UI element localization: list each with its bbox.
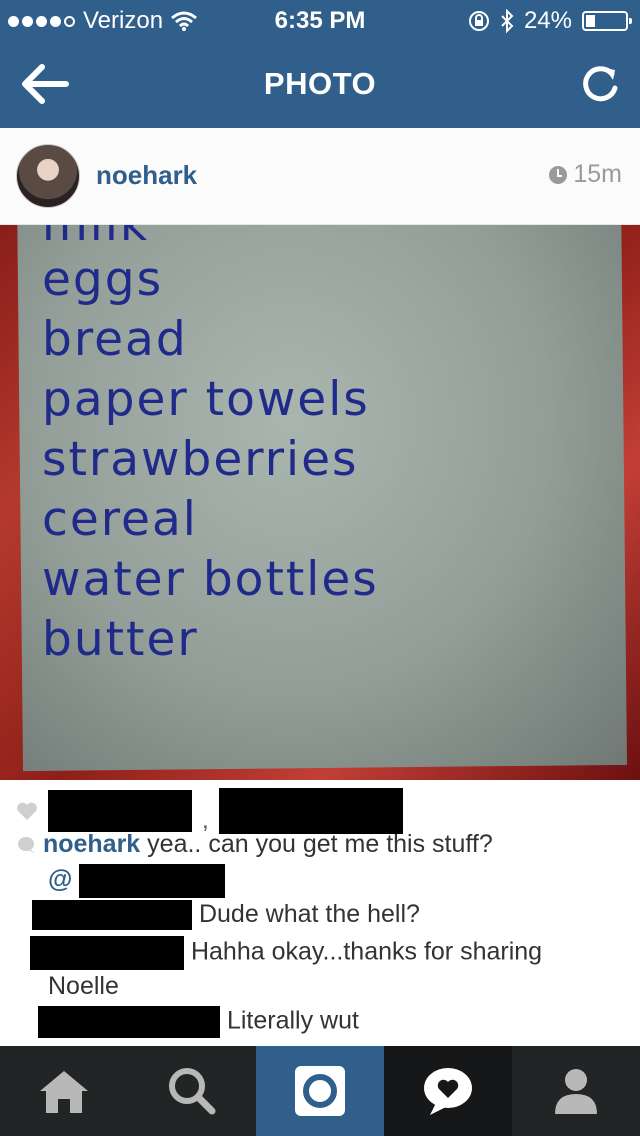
tab-bar [0, 1046, 640, 1136]
post-timestamp: 15m [549, 160, 622, 189]
redacted-commenter[interactable] [32, 900, 192, 931]
refresh-button[interactable] [578, 62, 622, 106]
search-icon [169, 1068, 216, 1115]
comment: Hahha okay...thanks for sharing [30, 936, 542, 970]
caption-username[interactable]: noehark [43, 830, 140, 858]
home-icon [40, 1071, 88, 1113]
redacted-commenter[interactable] [30, 936, 184, 970]
avatar[interactable] [16, 144, 80, 208]
status-right: 24% [468, 7, 632, 35]
shopping-list: milk eggs bread paper towels strawberrie… [42, 210, 602, 670]
tab-profile[interactable] [512, 1046, 640, 1136]
status-bar: Verizon 6:35 PM 24% [0, 0, 640, 40]
list-item: paper towels [42, 372, 370, 427]
comment-text: Dude what the hell? [198, 900, 420, 928]
tab-activity[interactable] [384, 1046, 512, 1136]
post-header: noehark 15m [0, 128, 640, 225]
comment-bubble-icon [18, 837, 35, 854]
list-item: butter [42, 612, 199, 667]
profile-icon [555, 1069, 597, 1114]
tab-search[interactable] [128, 1046, 256, 1136]
activity-icon [424, 1068, 472, 1115]
caption-text: yea.. can you get me this stuff? [147, 830, 493, 858]
time-ago: 15m [573, 160, 622, 188]
redacted-mention[interactable] [79, 864, 226, 898]
comment-text: Hahha okay...thanks for sharing [190, 937, 543, 966]
battery-percent: 24% [523, 7, 572, 34]
comment: Literally wut [38, 1006, 359, 1038]
comments-section: , noehark yea.. can you get me this stuf… [0, 780, 640, 1046]
comment: Dude what the hell? [32, 900, 420, 931]
clock-icon [549, 165, 568, 184]
caption: noehark yea.. can you get me this stuff? [16, 830, 493, 859]
post-username[interactable]: noehark [96, 160, 197, 191]
heart-icon [17, 802, 37, 820]
list-item: cereal [42, 492, 198, 547]
tab-camera[interactable] [256, 1046, 384, 1136]
battery-icon [582, 11, 632, 31]
mention[interactable]: @ [48, 866, 72, 894]
tab-home[interactable] [0, 1046, 128, 1136]
refresh-icon [583, 66, 618, 102]
post-photo[interactable]: milk eggs bread paper towels strawberrie… [0, 128, 640, 780]
page-title: PHOTO [263, 66, 377, 101]
rotation-lock-icon [468, 11, 489, 31]
list-item: strawberries [42, 432, 359, 487]
comment-continuation: Noelle [48, 972, 119, 1000]
redacted-liker[interactable] [218, 788, 403, 834]
caption-mention-line: @ [48, 864, 226, 898]
comment-text: Literally wut [226, 1006, 359, 1035]
redacted-liker[interactable] [48, 790, 192, 832]
redacted-commenter[interactable] [38, 1006, 220, 1038]
list-item: bread [42, 312, 188, 367]
likes-row: , [16, 788, 403, 834]
camera-icon [295, 1066, 345, 1116]
nav-bar: PHOTO [0, 40, 640, 128]
list-item: water bottles [42, 552, 379, 607]
bluetooth-icon [501, 9, 514, 33]
list-item: eggs [42, 252, 164, 307]
